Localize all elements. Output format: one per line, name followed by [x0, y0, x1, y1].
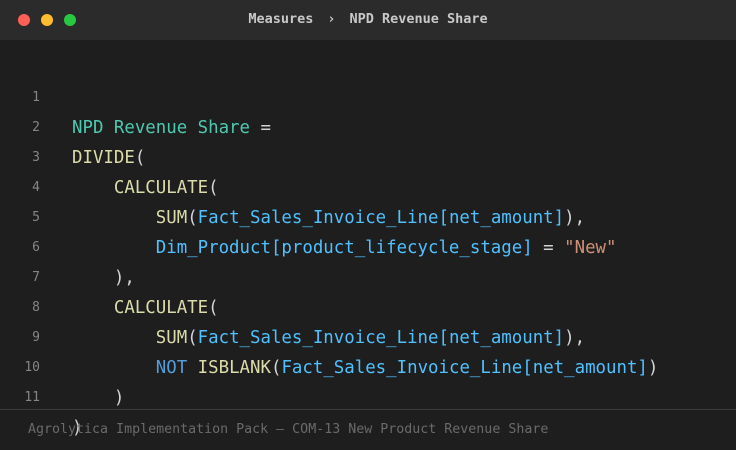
footer-caption: Agrolytica Implementation Pack — COM-13 … — [28, 422, 549, 437]
title-bar: Measures › NPD Revenue Share — [0, 0, 736, 40]
code-editor[interactable]: 1 NPD Revenue Share = 2 DIVIDE( 3 CALCUL… — [0, 53, 736, 438]
code-line: 3 CALCULATE( — [0, 113, 736, 198]
code-line: 2 DIVIDE( — [0, 83, 736, 168]
breadcrumb-parent[interactable]: Measures — [248, 11, 313, 27]
code-line: 11 ) — [0, 353, 736, 438]
breadcrumb-current: NPD Revenue Share — [349, 11, 488, 27]
footer-bar: Agrolytica Implementation Pack — COM-13 … — [0, 409, 736, 450]
editor-window: Measures › NPD Revenue Share 1 NPD Revenue… — [0, 0, 736, 450]
code-line: 4 SUM(Fact_Sales_Invoice_Line[net_amount… — [0, 143, 736, 228]
code-line: 7 CALCULATE( — [0, 233, 736, 318]
breadcrumb: Measures › NPD Revenue Share — [0, 0, 736, 40]
code-line: 5 Dim_Product[product_lifecycle_stage] =… — [0, 173, 736, 258]
code-line: 6 ), — [0, 203, 736, 288]
breadcrumb-separator-icon: › — [327, 11, 336, 27]
code-line: 1 NPD Revenue Share = — [0, 53, 736, 138]
code-line: 8 SUM(Fact_Sales_Invoice_Line[net_amount… — [0, 263, 736, 348]
code-line: 9 NOT ISBLANK(Fact_Sales_Invoice_Line[ne… — [0, 293, 736, 378]
code-line: 10 ) — [0, 323, 736, 408]
